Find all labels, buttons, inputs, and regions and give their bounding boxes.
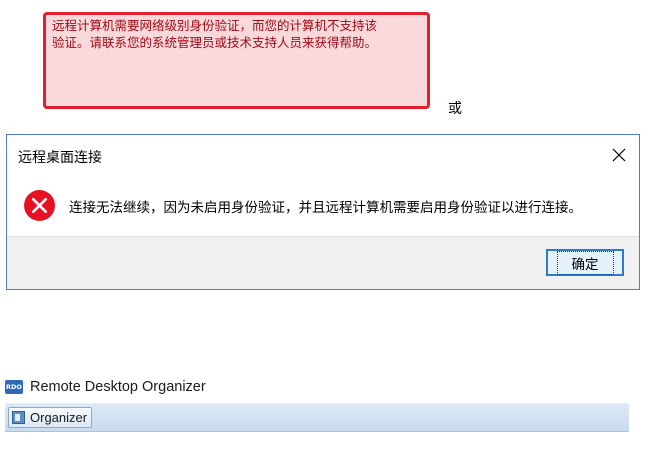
organizer-icon xyxy=(12,411,25,424)
toolbar: Organizer xyxy=(5,403,629,432)
dialog-footer: 确定 xyxy=(7,236,639,289)
nla-error-notice: 远程计算机需要网络级别身份验证，而您的计算机不支持该 验证。请联系您的系统管理员… xyxy=(43,12,430,109)
dialog-body: 连接无法继续，因为未启用身份验证，并且远程计算机需要启用身份验证以进行连接。 xyxy=(7,177,639,235)
error-x-icon xyxy=(24,190,55,221)
app-title: Remote Desktop Organizer xyxy=(30,379,206,395)
notice-text: 远程计算机需要网络级别身份验证，而您的计算机不支持该 验证。请联系您的系统管理员… xyxy=(52,18,378,50)
ok-button[interactable]: 确定 xyxy=(546,249,624,276)
organizer-label: Organizer xyxy=(30,410,88,425)
ok-button-label: 确定 xyxy=(556,250,614,275)
rdo-logo-icon: RDO xyxy=(5,380,23,394)
app-title-bar: RDO Remote Desktop Organizer xyxy=(5,378,206,396)
dialog-message: 连接无法继续，因为未启用身份验证，并且远程计算机需要启用身份验证以进行连接。 xyxy=(69,200,582,216)
or-label: 或 xyxy=(448,101,462,117)
close-icon[interactable] xyxy=(609,145,629,165)
organizer-button[interactable]: Organizer xyxy=(8,407,93,428)
dialog-titlebar[interactable]: 远程桌面连接 xyxy=(7,135,639,177)
rdp-error-dialog: 远程桌面连接 连接无法继续，因为未启用身份验证，并且远程计算机需要启用身份验证以… xyxy=(6,134,640,290)
dialog-title: 远程桌面连接 xyxy=(18,150,102,166)
